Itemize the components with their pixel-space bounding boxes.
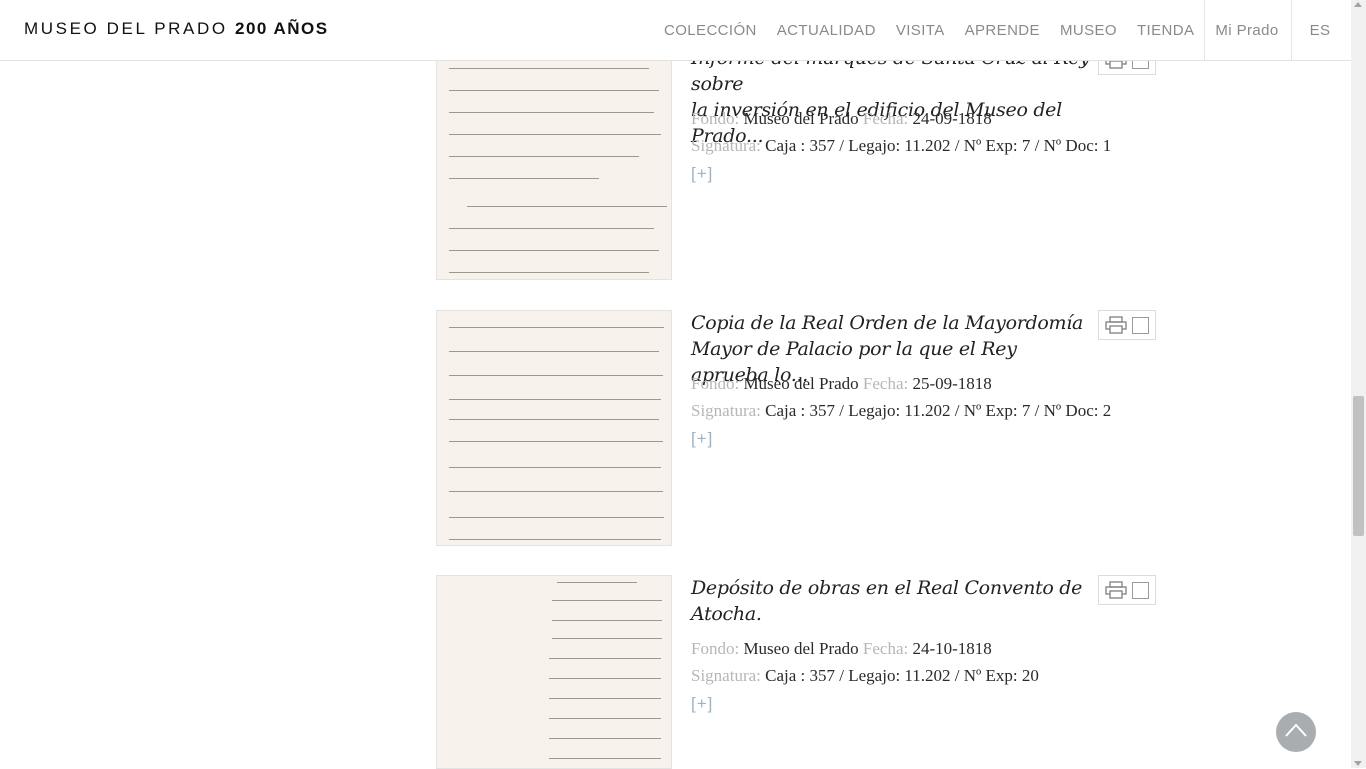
result-tools [1098, 575, 1156, 605]
result-fondo-fecha: Fondo: Museo del Prado Fecha: 25-09-1818 [691, 374, 992, 394]
main-nav: COLECCIÓN ACTUALIDAD VISITA APRENDE MUSE… [654, 0, 1349, 60]
fecha-label: Fecha: [862, 109, 909, 128]
result-signatura: Signatura: Caja : 357 / Legajo: 11.202 /… [691, 666, 1039, 686]
fecha-value: 24-09-1818 [912, 109, 992, 128]
logo-anniversary: 200 AÑOS [235, 19, 329, 38]
nav-coleccion[interactable]: COLECCIÓN [654, 22, 767, 39]
page-scrollbar[interactable] [1351, 0, 1366, 768]
signatura-value: Caja : 357 / Legajo: 11.202 / Nº Exp: 20 [765, 666, 1039, 685]
expand-more-link[interactable]: [+] [691, 429, 713, 449]
nav-aprende[interactable]: APRENDE [955, 22, 1050, 39]
site-logo[interactable]: MUSEO DEL PRADO 200 AÑOS [24, 19, 329, 39]
signatura-value: Caja : 357 / Legajo: 11.202 / Nº Exp: 7 … [765, 136, 1112, 155]
site-header: MUSEO DEL PRADO 200 AÑOS COLECCIÓN ACTUA… [0, 0, 1351, 61]
fondo-label: Fondo: [691, 109, 740, 128]
fondo-value: Museo del Prado [743, 109, 859, 128]
back-to-top-button[interactable] [1276, 712, 1316, 752]
fecha-value: 24-10-1818 [912, 639, 992, 658]
result-signatura: Signatura: Caja : 357 / Legajo: 11.202 /… [691, 401, 1111, 421]
chevron-up-icon [1285, 723, 1307, 737]
fondo-label: Fondo: [691, 639, 740, 658]
result-title[interactable]: Depósito de obras en el Real Convento de… [691, 575, 1091, 627]
signatura-value: Caja : 357 / Legajo: 11.202 / Nº Exp: 7 … [765, 401, 1112, 420]
title-line[interactable]: Atocha. [691, 603, 762, 625]
result-fondo-fecha: Fondo: Museo del Prado Fecha: 24-09-1818 [691, 109, 992, 129]
title-line[interactable]: Copia de la Real Orden de la Mayordomía [691, 312, 1083, 334]
fecha-label: Fecha: [862, 374, 909, 393]
expand-more-link[interactable]: [+] [691, 164, 713, 184]
print-icon[interactable] [1105, 581, 1127, 599]
language-selector[interactable]: ES [1292, 22, 1350, 39]
signatura-label: Signatura: [691, 136, 761, 155]
print-icon[interactable] [1105, 316, 1127, 334]
logo-text: MUSEO DEL PRADO [24, 19, 228, 38]
scroll-down-arrow[interactable] [1354, 761, 1362, 766]
nav-visita[interactable]: VISITA [886, 22, 955, 39]
result-signatura: Signatura: Caja : 357 / Legajo: 11.202 /… [691, 136, 1111, 156]
document-thumbnail[interactable] [436, 45, 672, 280]
title-line[interactable]: Depósito de obras en el Real Convento de [691, 577, 1082, 599]
fecha-label: Fecha: [862, 639, 909, 658]
nav-tienda[interactable]: TIENDA [1127, 22, 1204, 39]
document-thumbnail[interactable] [436, 575, 672, 769]
fondo-value: Museo del Prado [743, 374, 859, 393]
fondo-value: Museo del Prado [743, 639, 859, 658]
nav-actualidad[interactable]: ACTUALIDAD [767, 22, 886, 39]
nav-mi-prado[interactable]: Mi Prado [1205, 22, 1290, 39]
signatura-label: Signatura: [691, 401, 761, 420]
result-tools [1098, 310, 1156, 340]
fondo-label: Fondo: [691, 374, 740, 393]
result-fondo-fecha: Fondo: Museo del Prado Fecha: 24-10-1818 [691, 639, 992, 659]
expand-more-link[interactable]: [+] [691, 694, 713, 714]
signatura-label: Signatura: [691, 666, 761, 685]
scrollbar-thumb[interactable] [1353, 396, 1364, 536]
nav-museo[interactable]: MUSEO [1050, 22, 1127, 39]
fecha-value: 25-09-1818 [912, 374, 992, 393]
document-thumbnail[interactable] [436, 310, 672, 546]
select-checkbox[interactable] [1132, 317, 1149, 334]
scroll-up-arrow[interactable] [1354, 2, 1362, 7]
select-checkbox[interactable] [1132, 582, 1149, 599]
